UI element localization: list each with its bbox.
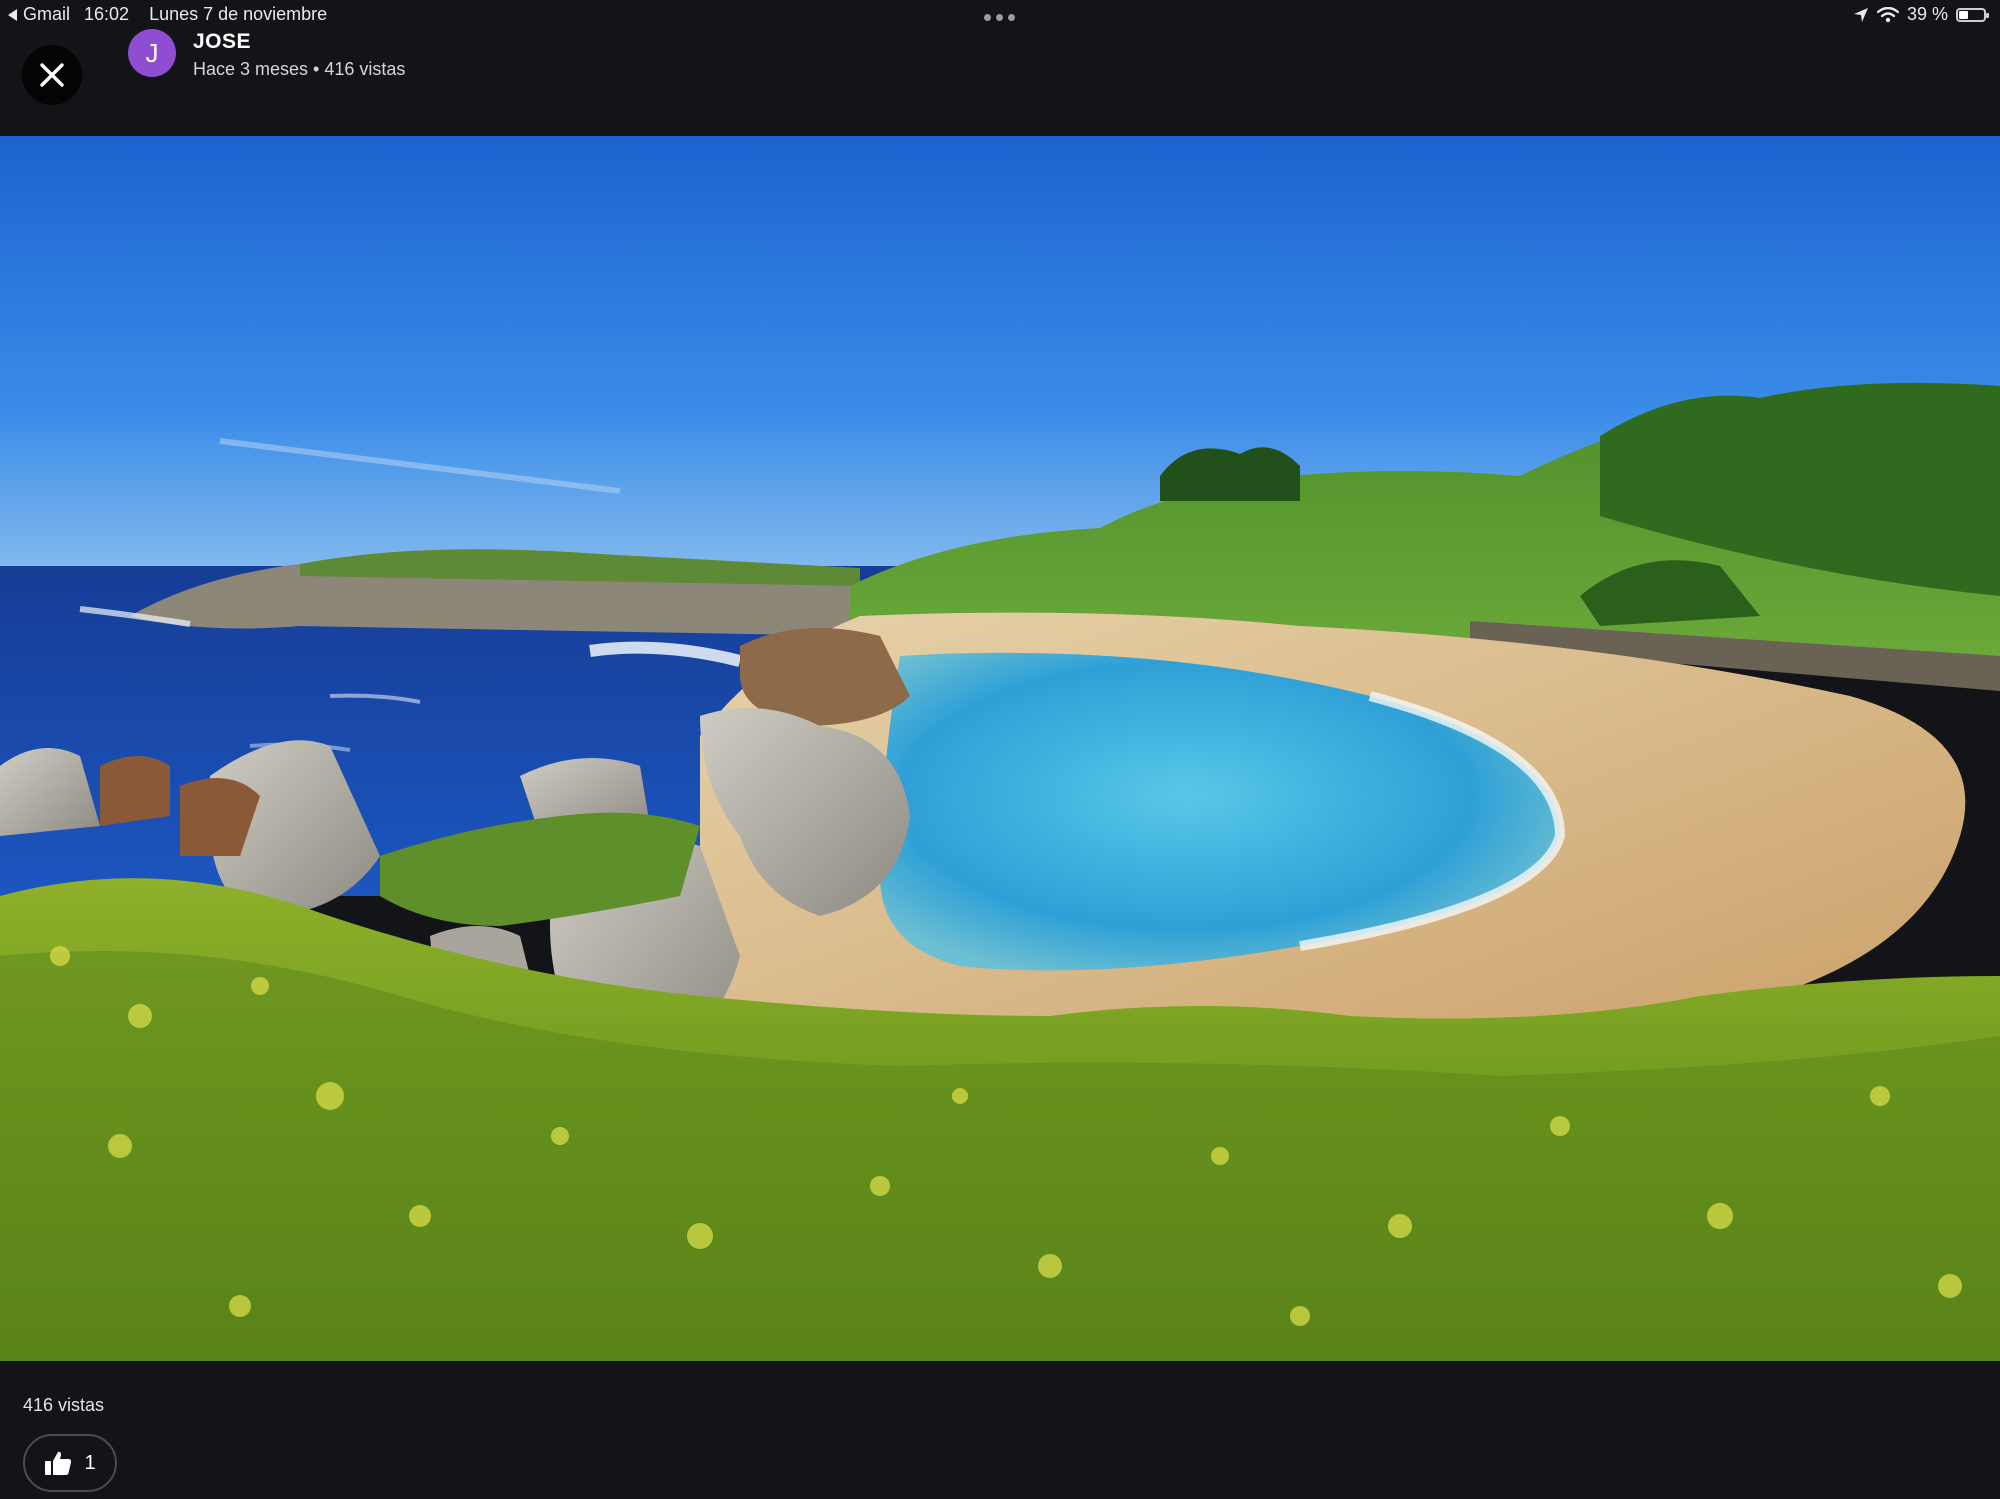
like-button[interactable]: 1 [23,1434,117,1492]
thumbs-up-icon [45,1451,72,1475]
status-bar: Gmail 16:02 Lunes 7 de noviembre 39 % [0,0,2000,32]
views-count: 416 vistas [23,1395,105,1415]
author-info: JOSE Hace 3 meses • 416 vistas [193,30,405,80]
status-left: Gmail 16:02 Lunes 7 de noviembre [8,4,327,25]
location-arrow-icon [1853,7,1868,22]
dot [996,14,1003,21]
back-app-label: Gmail [23,4,71,24]
multitasking-dots[interactable] [984,14,1015,21]
photo-viewer: Gmail 16:02 Lunes 7 de noviembre 39 % J … [0,0,2000,1499]
battery-icon [1956,7,1989,22]
beach-photo [0,136,2000,1361]
back-to-app-button[interactable]: Gmail [8,4,70,25]
close-icon [40,63,64,87]
battery-level [1959,10,1969,19]
battery-percent: 39 % [1906,4,1948,24]
dot [1008,14,1015,21]
back-arrow-icon [8,8,17,21]
post-meta: Hace 3 meses • 416 vistas [193,59,406,79]
close-button[interactable] [22,45,82,105]
wifi-icon [1876,6,1899,22]
status-right: 39 % [1853,4,1989,25]
avatar[interactable]: J [128,29,176,77]
status-date: Lunes 7 de noviembre [149,4,328,24]
status-time: 16:02 [84,4,130,24]
like-count: 1 [84,1451,96,1474]
dot [984,14,991,21]
author-name[interactable]: JOSE [193,30,405,54]
